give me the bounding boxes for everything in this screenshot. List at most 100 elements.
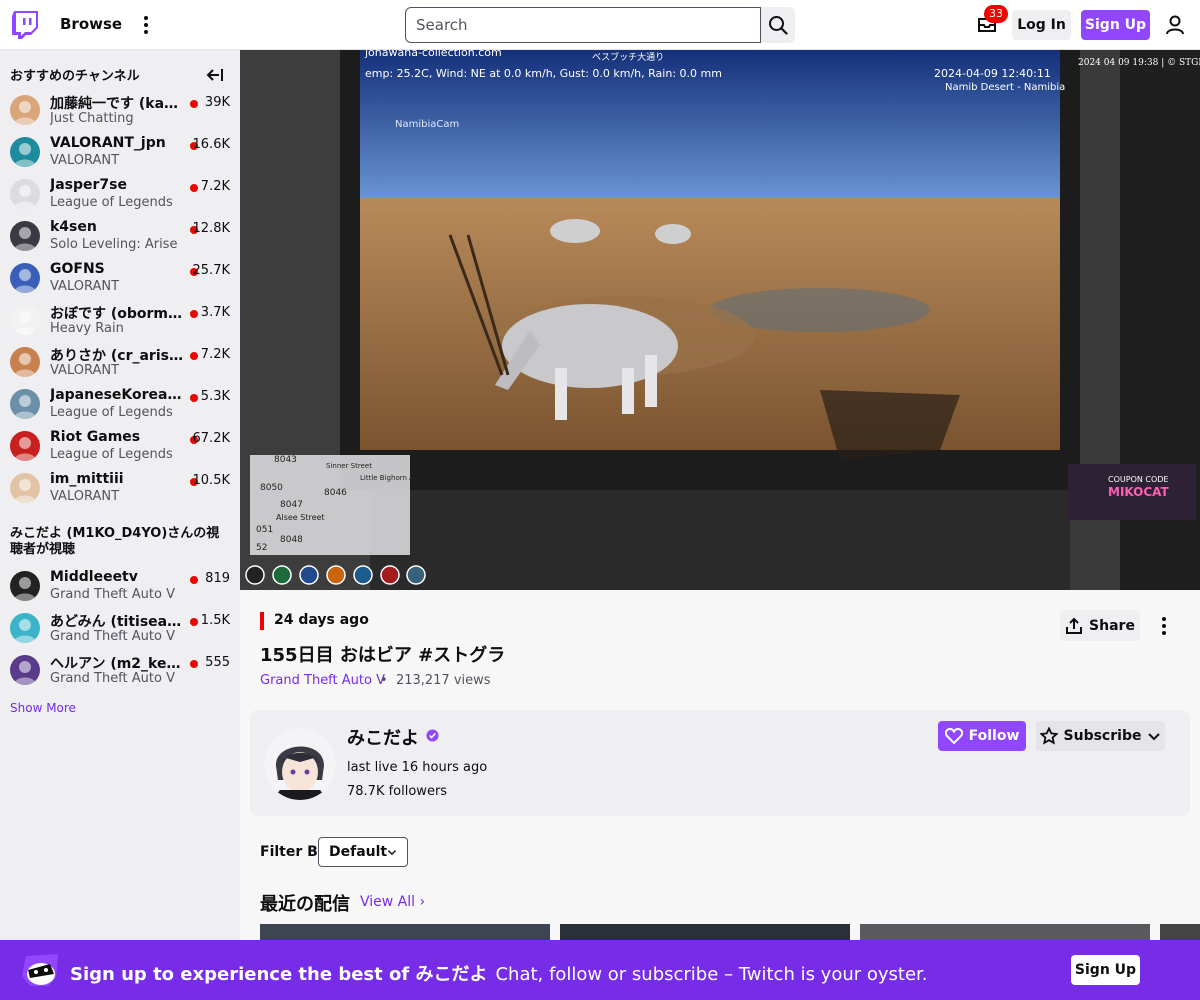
viewers-also-watch-heading: みこだよ (M1KO_D4YO)さんの視聴者が視聴 [10,526,220,557]
channel-avatar [10,221,40,251]
overlay-weather-text: emp: 25.2C, Wind: NE at 0.0 km/h, Gust: … [365,67,722,80]
filter-select[interactable]: Default [318,837,408,867]
channel-game: Just Chatting [50,111,134,126]
login-button[interactable]: Log In [1012,10,1071,40]
channel-avatar[interactable] [264,728,336,800]
channel-game: Grand Theft Auto V [50,629,175,644]
minimap: 8043 8050 8047 8046 Alsee Street 051 804… [250,455,418,555]
share-button[interactable]: Share [1060,610,1140,641]
channel-name: あどみん (titisead… [50,614,183,630]
channel-card: みこだよ last live 16 hours ago 78.7K follow… [250,710,1190,816]
signup-button[interactable]: Sign Up [1081,10,1150,40]
overlay-corner-text: 2024 04 09 19:38 | © STGR [1078,58,1200,68]
sidebar-channel-item[interactable]: おぼです (oborme… Heavy Rain 3.7K [0,300,240,342]
view-all-link[interactable]: View All › [360,894,425,910]
game-link[interactable]: Grand Theft Auto V [260,673,385,688]
svg-text:8043: 8043 [274,455,297,465]
sidebar-channel-item[interactable]: ヘルアン (m2_ken… Grand Theft Auto V 555 [0,650,240,692]
show-more-link[interactable]: Show More [10,701,76,715]
filter-label: Filter By [260,844,327,860]
sidebar-channel-item[interactable]: Riot Games League of Legends 67.2K [0,426,240,468]
overlay-brand-text: NamibiaCam [395,119,459,130]
svg-text:8050: 8050 [260,483,283,493]
svg-text:051: 051 [256,525,273,535]
more-menu-icon[interactable] [138,13,154,37]
channel-game: League of Legends [50,405,173,420]
filter-value: Default [329,844,388,860]
viewer-count: 3.7K [200,305,230,320]
video-more-options-icon[interactable] [1156,614,1172,638]
sidebar-channel-item[interactable]: あどみん (titisead… Grand Theft Auto V 1.5K [0,608,240,650]
share-icon [1066,617,1083,634]
live-dot [190,184,198,192]
channel-name: JapaneseKoreanUG [50,387,183,403]
channel-name[interactable]: みこだよ [347,724,419,750]
svg-text:COUPON CODE: COUPON CODE [1108,475,1168,484]
channel-name: Riot Games [50,429,141,445]
sidebar-channel-item[interactable]: im_mittiii VALORANT 10.5K [0,468,240,510]
collapse-sidebar-icon[interactable] [206,66,224,84]
channel-avatar [10,473,40,503]
sidebar-channel-item[interactable]: Jasper7se League of Legends 7.2K [0,174,240,216]
channel-game: Solo Leveling: Arise [50,237,178,252]
sidebar-channel-item[interactable]: 加藤純一です (kat… Just Chatting 39K [0,90,240,132]
channel-name: GOFNS [50,261,105,277]
channel-game: VALORANT [50,363,120,378]
channel-avatar [10,571,40,601]
subscribe-button[interactable]: Subscribe [1036,721,1165,751]
svg-text:8047: 8047 [280,500,303,510]
search-input[interactable] [405,7,761,43]
top-nav: Browse 33 Log In Sign Up [0,0,1200,50]
overlay-site-text: jonawana-collection.com [364,50,502,59]
live-dot [190,100,198,108]
viewer-count: 555 [205,655,230,670]
channel-name: Jasper7se [50,177,127,193]
banner-signup-button[interactable]: Sign Up [1071,955,1140,985]
browse-link[interactable]: Browse [60,15,122,33]
channel-avatar [10,655,40,685]
viewer-count: 10.5K [192,473,230,488]
live-indicator-bar [260,612,264,630]
channel-name: im_mittiii [50,471,124,487]
sidebar-channel-item[interactable]: Middleeetv Grand Theft Auto V 819 [0,566,240,608]
follow-button[interactable]: Follow [938,721,1026,751]
view-count-text: 213,217 views [395,673,491,688]
chevron-down-icon [388,850,397,856]
viewer-count: 39K [204,95,230,110]
channel-avatar [10,179,40,209]
video-frame: jonawana-collection.com emp: 25.2C, Wind… [240,50,1200,590]
recent-broadcasts-heading: 最近の配信 [260,894,350,915]
channel-name: k4sen [50,219,97,235]
svg-text:8048: 8048 [280,535,303,545]
sidebar-channel-item[interactable]: JapaneseKoreanUG League of Legends 5.3K [0,384,240,426]
view-all-label: View All [360,894,416,910]
channel-game: League of Legends [50,447,173,462]
live-dot [190,660,198,668]
verified-badge-icon [426,729,439,742]
sidebar-channel-item[interactable]: k4sen Solo Leveling: Arise 12.8K [0,216,240,258]
twitch-logo-icon[interactable] [12,11,38,39]
chevron-down-icon [1148,733,1161,741]
video-player[interactable]: jonawana-collection.com emp: 25.2C, Wind… [240,50,1200,590]
followers-count: 78.7K followers [347,784,448,799]
banner-sub: Chat, follow or subscribe – Twitch is yo… [495,964,928,985]
channel-name: おぼです (oborme… [50,306,183,322]
channel-avatar [10,613,40,643]
viewer-count: 16.6K [192,137,230,152]
live-dot [190,352,198,360]
channel-name: Middleeetv [50,569,138,585]
live-dot [190,310,198,318]
notification-badge: 33 [984,5,1008,23]
search-button[interactable] [761,7,795,43]
svg-text:Alsee Street: Alsee Street [276,513,325,522]
sidebar-channel-item[interactable]: ありさか (cr_arisa… VALORANT 7.2K [0,342,240,384]
signup-banner: Sign up to experience the best of みこだよ Ch… [0,940,1200,1000]
sidebar-channel-item[interactable]: GOFNS VALORANT 25.7K [0,258,240,300]
svg-text:Sinner Street: Sinner Street [326,462,372,470]
user-icon[interactable] [1164,14,1186,36]
channel-name: ありさか (cr_arisa… [50,348,183,364]
channel-game: Grand Theft Auto V [50,671,175,686]
svg-text:8046: 8046 [324,488,347,498]
overlay-time-text: 2024-04-09 12:40:11 [934,67,1051,80]
sidebar-channel-item[interactable]: VALORANT_jpn VALORANT 16.6K [0,132,240,174]
